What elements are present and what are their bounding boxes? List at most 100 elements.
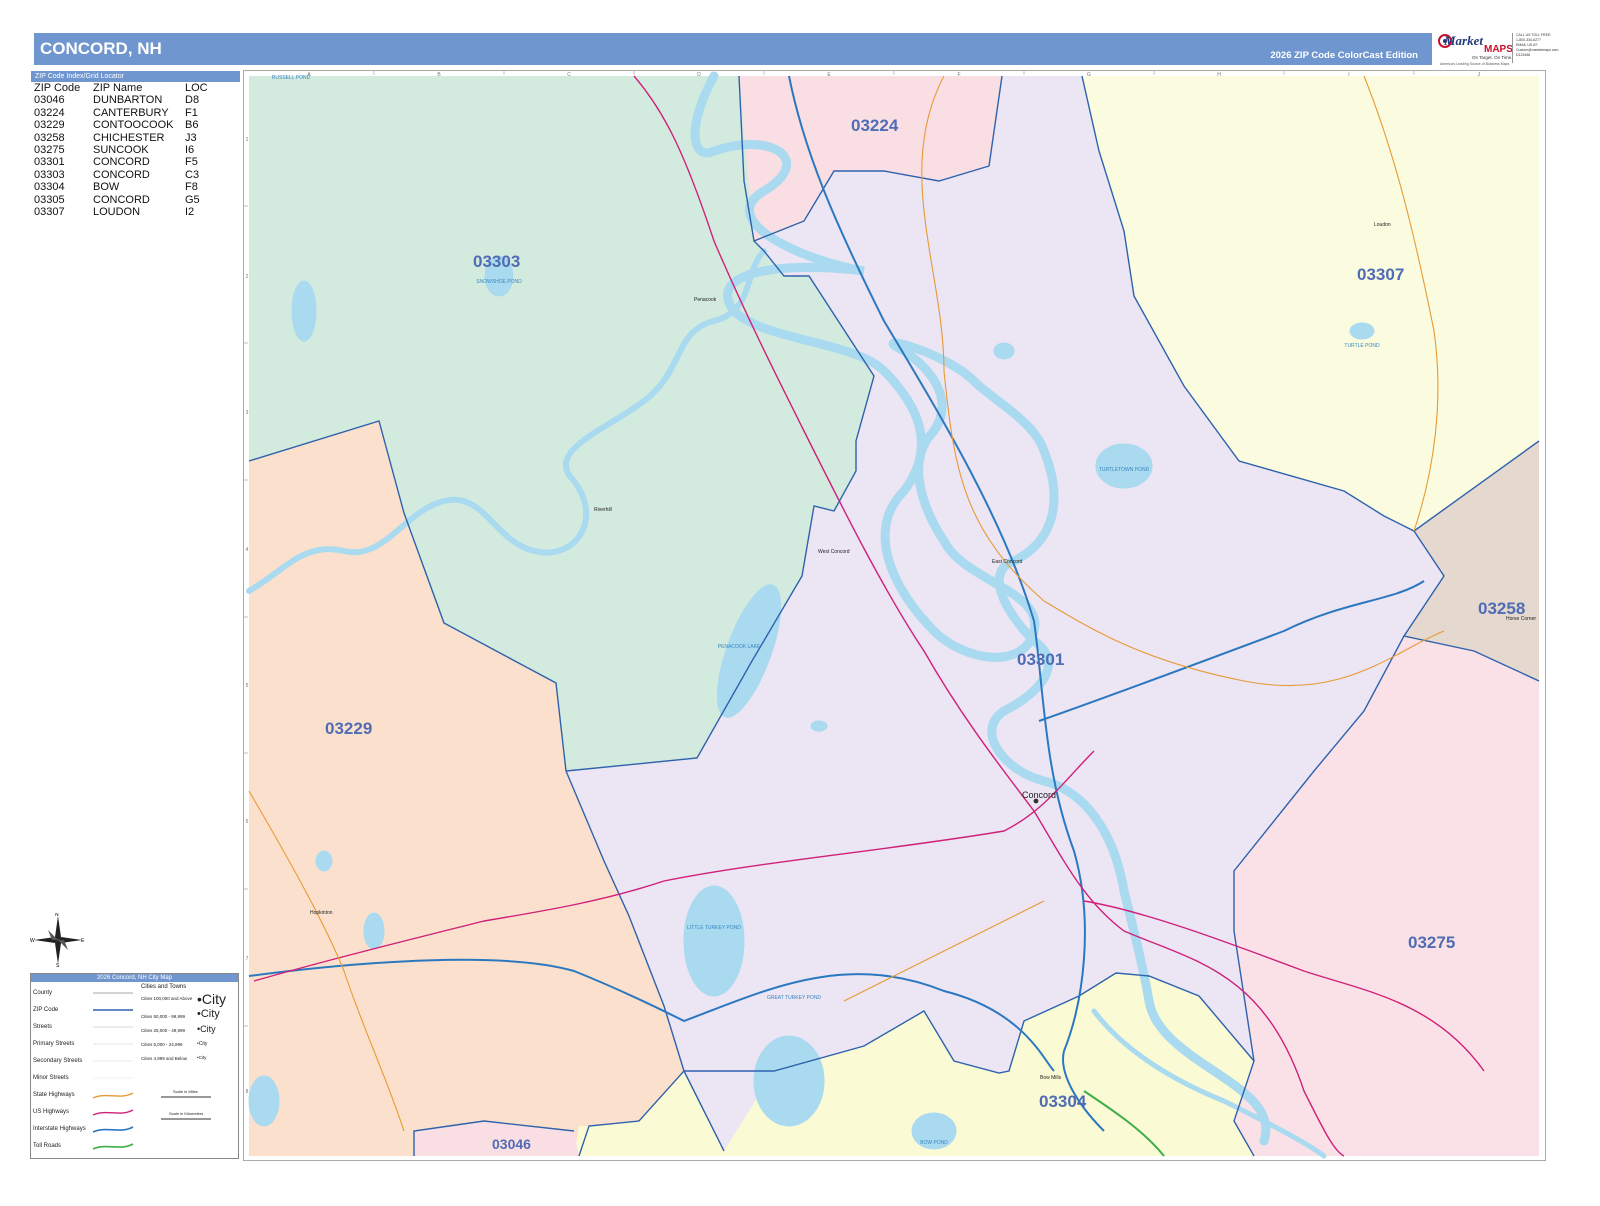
name-cell: CONCORD bbox=[93, 193, 150, 206]
grid-col-c: C bbox=[567, 72, 571, 78]
logo-tagline: On Target. On Time. bbox=[1472, 55, 1513, 60]
water-label-turtletown-pond: TURTLETOWN POND bbox=[1099, 467, 1150, 473]
grid-col-f: F bbox=[957, 72, 960, 78]
zip-index: ZIP Code Index/Grid Locator ZIP Code ZIP… bbox=[31, 71, 240, 218]
loc-cell: J3 bbox=[185, 131, 197, 144]
grid-row-7: 7 bbox=[246, 956, 249, 962]
city-label-west-concord: West Concord bbox=[818, 549, 850, 555]
city-label-concord: Concord bbox=[1022, 790, 1056, 800]
compass-w: W bbox=[30, 938, 35, 944]
zip-label-03301: 03301 bbox=[1017, 650, 1064, 669]
legend-city-range: Cities 25,000 - 49,999 bbox=[141, 1028, 186, 1033]
city-label-bow-mills: Bow Mills bbox=[1040, 1075, 1062, 1081]
name-cell: CONCORD bbox=[93, 156, 150, 169]
zip-label-03229: 03229 bbox=[325, 719, 372, 738]
pond-small-5 bbox=[315, 850, 333, 872]
zip-cell: 03229 bbox=[34, 119, 65, 132]
loc-cell: G5 bbox=[185, 193, 200, 206]
legend-city-range: Cities 100,000 and Above bbox=[141, 996, 193, 1001]
name-cell: DUNBARTON bbox=[93, 94, 163, 107]
name-cell: SUNCOOK bbox=[93, 144, 149, 157]
grid-col-i: I bbox=[1348, 72, 1349, 78]
legend-city-sample: •City bbox=[197, 1024, 216, 1034]
zip-index-table: ZIP Code ZIP Name LOC 03046 DUNBARTON D8 0… bbox=[34, 82, 208, 218]
zip-cell: 03224 bbox=[34, 106, 65, 119]
table-row: 03303 CONCORD C3 bbox=[34, 169, 208, 181]
map-canvas[interactable]: 03224 03303 03307 03258 03301 03229 0327… bbox=[244, 71, 1545, 1160]
pond-small-3 bbox=[810, 720, 828, 732]
zip-cell: 03307 bbox=[34, 206, 65, 219]
city-label-penacook: Penacook bbox=[694, 297, 717, 303]
table-row: 03275 SUNCOOK I6 bbox=[34, 144, 208, 156]
zip-map[interactable]: 03224 03303 03307 03258 03301 03229 0327… bbox=[243, 70, 1546, 1161]
table-row: 03258 CHICHESTER J3 bbox=[34, 132, 208, 144]
compass-e: E bbox=[81, 938, 85, 944]
water-label-bow-pond: BOW POND bbox=[920, 1140, 948, 1146]
pond-small-4 bbox=[993, 342, 1015, 360]
water-label-turtle-pond: TURTLE POND bbox=[1344, 343, 1380, 349]
map-title: CONCORD, NH bbox=[40, 39, 162, 58]
compass-n: N bbox=[55, 913, 59, 918]
loc-cell: F8 bbox=[185, 181, 198, 194]
legend-city-range: Cities 4,999 and Below bbox=[141, 1056, 188, 1061]
name-cell: CONTOOCOOK bbox=[93, 119, 174, 132]
name-cell: CHICHESTER bbox=[93, 131, 165, 144]
turtle-pond bbox=[1349, 322, 1375, 340]
compass-s: S bbox=[56, 963, 60, 967]
zip-index-header-row: ZIP Code ZIP Name LOC bbox=[34, 82, 208, 94]
legend-city-sample: •City bbox=[197, 1055, 207, 1060]
grid-row-6: 6 bbox=[246, 819, 249, 825]
grid-row-1: 1 bbox=[246, 137, 249, 143]
zip-label-03275: 03275 bbox=[1408, 933, 1455, 952]
grid-row-3: 3 bbox=[246, 410, 249, 416]
zip-cell: 03303 bbox=[34, 168, 65, 181]
loc-cell: B6 bbox=[185, 119, 199, 132]
legend-city-sample: •City bbox=[197, 1041, 208, 1047]
table-row: 03305 CONCORD G5 bbox=[34, 194, 208, 206]
grid-row-8: 8 bbox=[246, 1089, 249, 1095]
loc-cell: F1 bbox=[185, 106, 198, 119]
grid-row-2: 2 bbox=[246, 274, 249, 280]
table-row: 03301 CONCORD F5 bbox=[34, 156, 208, 168]
logo-contact: CALL US TOLL FREE: 1-800-334-6277 EMAIL … bbox=[1512, 33, 1568, 63]
market-maps-logo: Market MAPS On Target. On Time. America'… bbox=[1438, 31, 1566, 69]
pond-small-1 bbox=[363, 912, 385, 950]
zip-cell: 03258 bbox=[34, 131, 65, 144]
loc-cell: F5 bbox=[185, 156, 198, 169]
zip-cell: 03301 bbox=[34, 156, 65, 169]
zip-label-03304: 03304 bbox=[1039, 1092, 1087, 1111]
name-cell: LOUDON bbox=[93, 206, 141, 219]
russell-pond bbox=[291, 280, 317, 342]
great-turkey-pond bbox=[753, 1035, 825, 1127]
contact-line: D123456 bbox=[1516, 53, 1531, 57]
grid-col-h: H bbox=[1217, 72, 1221, 78]
compass-rose-icon: N S W E bbox=[30, 912, 86, 969]
legend-city-range: Cities 50,000 - 99,999 bbox=[141, 1014, 186, 1019]
pond-small-2 bbox=[248, 1075, 280, 1127]
legend-scale-miles: Scale in Miles bbox=[173, 1089, 198, 1094]
table-row: 03229 CONTOOCOOK B6 bbox=[34, 119, 208, 131]
zip-label-03224: 03224 bbox=[851, 116, 899, 135]
header-zip-name: ZIP Name bbox=[93, 82, 143, 94]
city-label-east-concord: East Concord bbox=[992, 559, 1023, 565]
water-label-penacook-lake: PENACOOK LAKE bbox=[718, 644, 761, 650]
name-cell: CANTERBURY bbox=[93, 106, 169, 119]
table-row: 03304 BOW F8 bbox=[34, 181, 208, 193]
legend-city-sample: •City bbox=[197, 991, 227, 1007]
zip-label-03307: 03307 bbox=[1357, 265, 1404, 284]
zip-cell: 03046 bbox=[34, 94, 65, 107]
loc-cell: D8 bbox=[185, 94, 200, 107]
header-zip-code: ZIP Code bbox=[34, 82, 81, 94]
city-label-riverhill: Riverhill bbox=[594, 507, 612, 513]
zip-cell: 03275 bbox=[34, 144, 65, 157]
title-bar: CONCORD, NH 2026 ZIP Code ColorCast Edit… bbox=[34, 33, 1432, 65]
loc-cell: I2 bbox=[185, 206, 195, 219]
legend-city-range: Cities 5,000 - 24,999 bbox=[141, 1042, 183, 1047]
zip-cell: 03305 bbox=[34, 193, 65, 206]
table-row: 03307 LOUDON I2 bbox=[34, 206, 208, 218]
header-loc: LOC bbox=[185, 82, 208, 94]
name-cell: CONCORD bbox=[93, 168, 150, 181]
edition-label: 2026 ZIP Code ColorCast Edition bbox=[1270, 50, 1418, 61]
zip-label-03303: 03303 bbox=[473, 252, 520, 271]
zip-cell: 03304 bbox=[34, 181, 65, 194]
